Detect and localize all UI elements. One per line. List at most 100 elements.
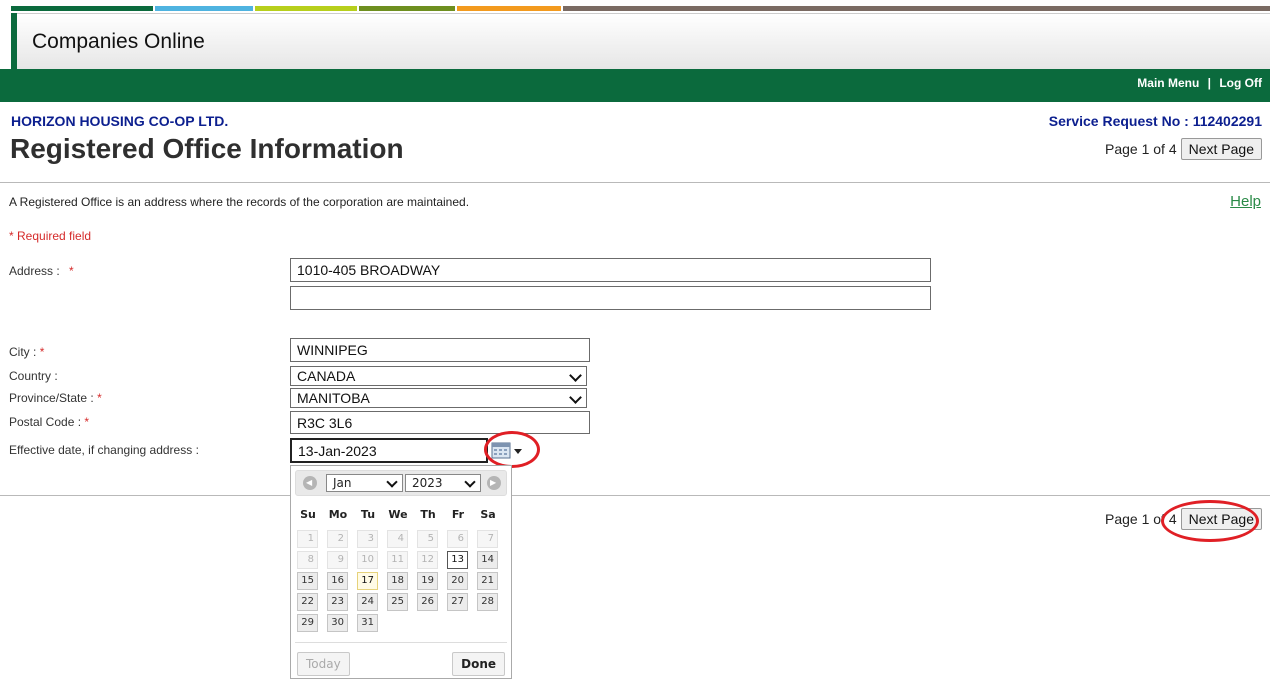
app-header-edge (11, 13, 17, 69)
day-cell[interactable]: 26 (417, 593, 438, 611)
day-cell: 3 (357, 530, 378, 548)
prev-month-icon[interactable]: ◀ (303, 476, 317, 490)
page-description: A Registered Office is an address where … (9, 195, 470, 209)
country-label: Country : (9, 369, 58, 383)
next-page-button[interactable]: Next Page (1180, 138, 1262, 160)
required-marker: * (84, 415, 90, 429)
next-month-icon[interactable]: ▶ (487, 476, 501, 490)
weekday-label: Su (300, 508, 316, 521)
province-label: Province/State : * (9, 391, 102, 405)
main-menu-link[interactable]: Main Menu (1137, 76, 1199, 90)
required-marker: * (39, 345, 45, 359)
city-input[interactable] (290, 338, 590, 362)
address-label: Address : * (9, 264, 74, 278)
day-cell[interactable]: 15 (297, 572, 318, 590)
country-select[interactable]: CANADA (290, 366, 587, 386)
day-cell[interactable]: 24 (357, 593, 378, 611)
organization-name: HORIZON HOUSING CO-OP LTD. (11, 113, 229, 129)
day-cell: 1 (297, 530, 318, 548)
accent-stripe-6 (563, 6, 1270, 11)
province-label-text: Province/State : (9, 391, 94, 405)
accent-stripe-2 (155, 6, 253, 11)
city-label: City : * (9, 345, 44, 359)
day-cell[interactable]: 29 (297, 614, 318, 632)
top-nav: Main Menu | Log Off (1137, 76, 1262, 90)
day-cell: 5 (417, 530, 438, 548)
day-cell[interactable]: 17 (357, 572, 378, 590)
datepicker: ◀ Jan 2023 ▶ Su Mo Tu We Th Fr Sa 1 2 3 4 5 6 7 8 9 10 1… (290, 465, 512, 679)
address-line-1-input[interactable] (290, 258, 931, 282)
weekday-label: Tu (360, 508, 376, 521)
accent-stripe-1 (11, 6, 153, 11)
day-cell: 6 (447, 530, 468, 548)
help-link[interactable]: Help (1230, 193, 1261, 210)
day-cell[interactable]: 27 (447, 593, 468, 611)
day-cell: 4 (387, 530, 408, 548)
required-marker: * (69, 264, 74, 278)
day-cell: 9 (327, 551, 348, 569)
day-cell[interactable]: 19 (417, 572, 438, 590)
day-cell: 12 (417, 551, 438, 569)
day-cell[interactable]: 18 (387, 572, 408, 590)
divider (0, 182, 1270, 183)
day-cell: 7 (477, 530, 498, 548)
log-off-link[interactable]: Log Off (1219, 76, 1262, 90)
nav-separator: | (1207, 76, 1211, 90)
next-page-highlight (1161, 500, 1259, 542)
datepicker-header: ◀ Jan 2023 ▶ (295, 470, 507, 496)
day-cell: 8 (297, 551, 318, 569)
chevron-down-icon (569, 369, 582, 382)
day-cell[interactable]: 13 (447, 551, 468, 569)
done-button[interactable]: Done (452, 652, 505, 676)
accent-stripe-5 (457, 6, 561, 11)
required-field-note: * Required field (9, 229, 92, 243)
country-value: CANADA (297, 368, 356, 384)
year-select[interactable]: 2023 (405, 474, 481, 492)
top-pager: Page 1 of 4 Next Page (1105, 138, 1262, 160)
calendar-button-highlight (484, 431, 540, 468)
day-cell[interactable]: 21 (477, 572, 498, 590)
chevron-down-icon (569, 391, 582, 404)
address-line-2-input[interactable] (290, 286, 931, 310)
divider (0, 495, 1270, 496)
service-request-number: Service Request No : 112402291 (1048, 113, 1262, 129)
day-cell: 10 (357, 551, 378, 569)
today-button[interactable]: Today (297, 652, 350, 676)
day-cell[interactable]: 14 (477, 551, 498, 569)
day-cell[interactable]: 31 (357, 614, 378, 632)
chevron-down-icon (386, 476, 398, 488)
day-cell[interactable]: 30 (327, 614, 348, 632)
day-cell[interactable]: 28 (477, 593, 498, 611)
city-label-text: City : (9, 345, 37, 359)
postal-code-label: Postal Code : * (9, 415, 89, 429)
required-marker: * (97, 391, 102, 405)
datepicker-divider (295, 642, 507, 643)
month-select[interactable]: Jan (326, 474, 403, 492)
day-cell[interactable]: 16 (327, 572, 348, 590)
year-value: 2023 (412, 476, 443, 490)
province-select[interactable]: MANITOBA (290, 388, 587, 408)
weekday-label: Fr (451, 508, 465, 521)
postal-code-input[interactable] (290, 411, 590, 434)
top-nav-bar (0, 69, 1270, 102)
month-value: Jan (333, 476, 352, 490)
day-cell[interactable]: 22 (297, 593, 318, 611)
page-indicator: Page 1 of 4 (1105, 141, 1177, 157)
postal-code-label-text: Postal Code : (9, 415, 82, 429)
effective-date-input[interactable] (290, 438, 488, 463)
app-title: Companies Online (32, 30, 205, 53)
address-label-text: Address : (9, 264, 60, 278)
province-value: MANITOBA (297, 390, 370, 406)
weekday-label: We (388, 508, 408, 521)
day-cell[interactable]: 23 (327, 593, 348, 611)
day-cell: 11 (387, 551, 408, 569)
weekday-label: Th (420, 508, 436, 521)
day-cell[interactable]: 25 (387, 593, 408, 611)
weekday-label: Sa (480, 508, 496, 521)
day-cell: 2 (327, 530, 348, 548)
page-title: Registered Office Information (10, 133, 404, 164)
weekday-label: Mo (328, 508, 348, 521)
day-cell[interactable]: 20 (447, 572, 468, 590)
chevron-down-icon (464, 476, 476, 488)
effective-date-label: Effective date, if changing address : (9, 443, 199, 457)
